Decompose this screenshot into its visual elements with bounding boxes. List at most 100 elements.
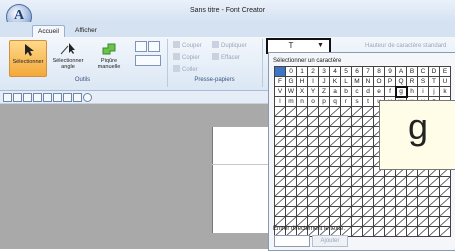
empty-cell[interactable] <box>307 186 319 197</box>
empty-cell[interactable] <box>329 156 341 167</box>
empty-cell[interactable] <box>307 156 319 167</box>
empty-cell[interactable] <box>274 146 286 157</box>
character-cell[interactable]: p <box>318 96 330 107</box>
print-icon[interactable] <box>53 93 62 102</box>
empty-cell[interactable] <box>274 156 286 167</box>
empty-cell[interactable] <box>318 186 330 197</box>
empty-cell[interactable] <box>417 196 429 207</box>
empty-cell[interactable] <box>351 226 363 237</box>
empty-cell[interactable] <box>296 176 308 187</box>
empty-cell[interactable] <box>373 196 385 207</box>
empty-cell[interactable] <box>285 136 297 147</box>
empty-cell[interactable] <box>351 136 363 147</box>
character-cell[interactable]: a <box>329 86 341 97</box>
empty-cell[interactable] <box>285 126 297 137</box>
character-cell[interactable]: M <box>351 76 363 87</box>
empty-cell[interactable] <box>296 116 308 127</box>
empty-cell[interactable] <box>428 216 440 227</box>
character-cell[interactable]: 3 <box>318 66 330 77</box>
delete-button[interactable]: Effacer <box>212 53 240 63</box>
empty-cell[interactable] <box>362 136 374 147</box>
zoom-in-icon[interactable] <box>135 41 147 52</box>
empty-cell[interactable] <box>428 226 440 237</box>
empty-cell[interactable] <box>285 146 297 157</box>
empty-cell[interactable] <box>417 176 429 187</box>
character-cell[interactable]: Q <box>395 76 407 87</box>
empty-cell[interactable] <box>296 156 308 167</box>
empty-cell[interactable] <box>428 196 440 207</box>
empty-cell[interactable] <box>318 136 330 147</box>
empty-cell[interactable] <box>395 196 407 207</box>
add-button[interactable]: Ajouter <box>312 235 348 247</box>
empty-cell[interactable] <box>351 116 363 127</box>
empty-cell[interactable] <box>428 206 440 217</box>
empty-cell[interactable] <box>340 186 352 197</box>
empty-cell[interactable] <box>340 136 352 147</box>
empty-cell[interactable] <box>351 156 363 167</box>
empty-cell[interactable] <box>351 166 363 177</box>
empty-cell[interactable] <box>296 106 308 117</box>
character-cell[interactable]: B <box>406 66 418 77</box>
empty-cell[interactable] <box>340 166 352 177</box>
empty-cell[interactable] <box>351 216 363 227</box>
character-cell[interactable]: J <box>318 76 330 87</box>
empty-cell[interactable] <box>340 216 352 227</box>
copy-button[interactable]: Copier <box>173 53 200 63</box>
character-cell[interactable]: j <box>428 86 440 97</box>
empty-cell[interactable] <box>285 216 297 227</box>
empty-cell[interactable] <box>318 216 330 227</box>
standard-height-option[interactable]: Hauteur de caractère standard <box>365 43 446 49</box>
empty-cell[interactable] <box>329 106 341 117</box>
paste-button[interactable]: Coller <box>173 65 198 75</box>
character-cell[interactable]: 0 <box>285 66 297 77</box>
empty-cell[interactable] <box>340 156 352 167</box>
character-cell[interactable]: U <box>439 76 451 87</box>
empty-cell[interactable] <box>318 176 330 187</box>
empty-cell[interactable] <box>318 156 330 167</box>
empty-cell[interactable] <box>285 196 297 207</box>
empty-cell[interactable] <box>439 216 451 227</box>
tab-afficher[interactable]: Afficher <box>70 25 102 37</box>
empty-cell[interactable] <box>274 106 286 117</box>
character-cell[interactable]: 5 <box>340 66 352 77</box>
character-cell[interactable]: D <box>428 66 440 77</box>
character-cell[interactable]: F <box>274 76 286 87</box>
empty-cell[interactable] <box>362 196 374 207</box>
character-cell[interactable] <box>274 66 286 77</box>
character-cell[interactable]: h <box>406 86 418 97</box>
empty-cell[interactable] <box>351 176 363 187</box>
character-cell[interactable]: b <box>340 86 352 97</box>
empty-cell[interactable] <box>406 226 418 237</box>
select-button[interactable]: Sélectionner <box>9 40 47 77</box>
select-angle-button[interactable]: Sélectionner angle <box>49 40 87 75</box>
empty-cell[interactable] <box>362 186 374 197</box>
character-cell[interactable]: G <box>285 76 297 87</box>
cut-button[interactable]: Couper <box>173 41 202 51</box>
save-as-icon[interactable] <box>43 93 52 102</box>
manual-stitch-button[interactable]: Piqûre manuelle <box>90 40 128 75</box>
empty-cell[interactable] <box>307 146 319 157</box>
character-cell[interactable]: Y <box>307 86 319 97</box>
empty-cell[interactable] <box>362 106 374 117</box>
empty-cell[interactable] <box>384 206 396 217</box>
empty-cell[interactable] <box>307 106 319 117</box>
empty-cell[interactable] <box>384 226 396 237</box>
empty-cell[interactable] <box>318 196 330 207</box>
empty-cell[interactable] <box>285 156 297 167</box>
character-cell[interactable]: 6 <box>351 66 363 77</box>
empty-cell[interactable] <box>439 176 451 187</box>
character-cell[interactable]: S <box>417 76 429 87</box>
empty-cell[interactable] <box>296 216 308 227</box>
empty-cell[interactable] <box>318 126 330 137</box>
empty-cell[interactable] <box>274 166 286 177</box>
empty-cell[interactable] <box>274 206 286 217</box>
empty-cell[interactable] <box>340 176 352 187</box>
empty-cell[interactable] <box>417 226 429 237</box>
character-cell[interactable]: R <box>406 76 418 87</box>
character-cell[interactable]: 2 <box>307 66 319 77</box>
character-cell[interactable]: 4 <box>329 66 341 77</box>
empty-cell[interactable] <box>384 216 396 227</box>
empty-cell[interactable] <box>417 206 429 217</box>
empty-cell[interactable] <box>384 186 396 197</box>
empty-cell[interactable] <box>362 226 374 237</box>
